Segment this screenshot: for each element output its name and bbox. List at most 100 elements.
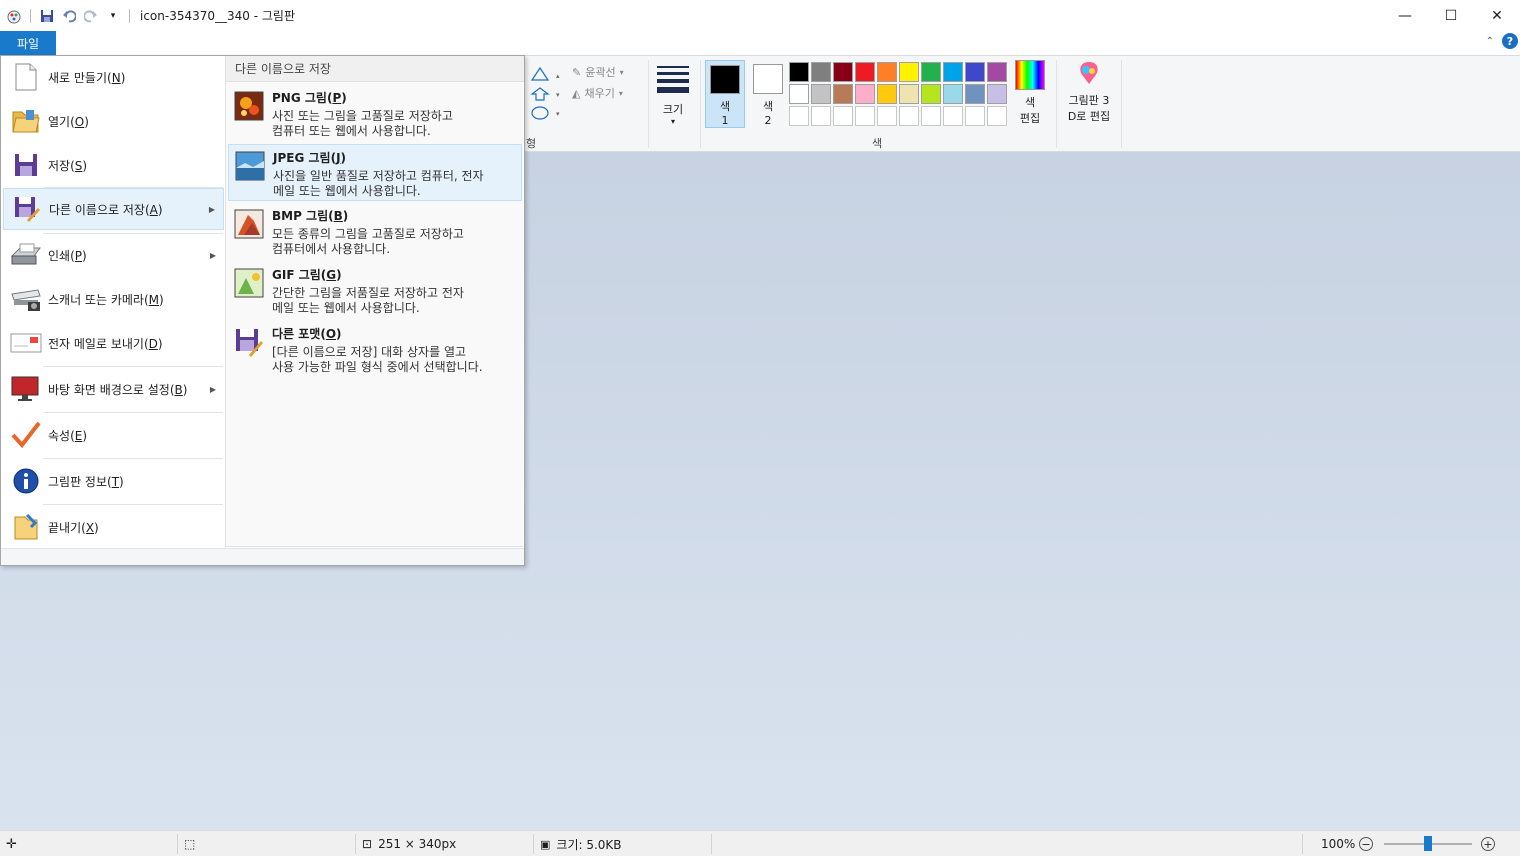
palette-swatch[interactable] <box>833 84 853 104</box>
paint3d-button[interactable]: 그림판 3 D로 편집 <box>1062 60 1116 124</box>
zoom-in-button[interactable]: + <box>1481 837 1495 851</box>
palette-swatch[interactable] <box>855 84 875 104</box>
submenu-item-text: JPEG 그림(J) 사진을 일반 품질로 저장하고 컴퓨터, 전자 메일 또는… <box>273 149 484 200</box>
palette-swatch[interactable] <box>943 84 963 104</box>
menu-item-open[interactable]: 열기(O) <box>3 100 224 142</box>
shapes-gallery[interactable]: ▴ ▾ ▾ <box>523 66 563 122</box>
ribbon-separator <box>700 60 701 148</box>
fill-button[interactable]: ◭ 채우기 ▾ <box>572 85 623 101</box>
palette-swatch[interactable] <box>921 62 941 82</box>
palette-swatch[interactable] <box>965 62 985 82</box>
help-button[interactable]: ? <box>1502 33 1518 49</box>
menu-separator <box>43 412 223 413</box>
save-as-bmp[interactable]: BMP 그림(B) 모든 종류의 그림을 고품질로 저장하고 컴퓨터에서 사용합… <box>228 203 522 260</box>
printer-icon <box>9 239 43 271</box>
menu-item-print[interactable]: 인쇄(P) ▶ <box>3 234 224 276</box>
minimize-button[interactable]: — <box>1382 0 1428 31</box>
scanner-icon <box>9 283 43 315</box>
fill-label: 채우기 <box>584 87 615 100</box>
paint3d-icon <box>1080 62 1098 84</box>
save-icon[interactable] <box>39 8 55 24</box>
chevron-down-icon: ▾ <box>670 117 675 126</box>
cursor-position-cell: ✛ <box>6 831 17 856</box>
outline-label: 윤곽선 <box>585 66 616 79</box>
size-button[interactable]: 크기 ▾ <box>652 60 694 132</box>
submenu-item-title: 다른 포맷(O) <box>272 327 342 341</box>
edit-colors-button[interactable]: 색 편집 <box>1012 60 1048 126</box>
palette-swatch[interactable] <box>811 84 831 104</box>
palette-swatch[interactable] <box>899 84 919 104</box>
palette-swatch[interactable] <box>943 62 963 82</box>
ribbon-separator <box>1056 60 1057 148</box>
submenu-arrow-icon: ▶ <box>208 204 215 214</box>
file-tab[interactable]: 파일 <box>0 31 56 55</box>
palette-swatch[interactable] <box>899 62 919 82</box>
menu-item-set-desktop-background[interactable]: 바탕 화면 배경으로 설정(B) ▶ <box>3 368 224 410</box>
menu-separator <box>43 366 223 367</box>
zoom-slider-thumb[interactable] <box>1424 836 1432 851</box>
palette-swatch[interactable] <box>987 62 1007 82</box>
palette-swatch[interactable] <box>789 106 809 126</box>
color2-button[interactable]: 색 2 <box>748 60 788 128</box>
undo-icon[interactable] <box>61 8 77 24</box>
palette-swatch[interactable] <box>877 84 897 104</box>
menu-item-exit[interactable]: 끝내기(X) <box>3 506 224 548</box>
menu-item-save[interactable]: 저장(S) <box>3 144 224 186</box>
menu-item-properties[interactable]: 속성(E) <box>3 414 224 456</box>
jpeg-icon <box>235 151 265 181</box>
menu-label: 전자 메일로 보내기(D) <box>48 336 163 351</box>
zoom-out-button[interactable]: − <box>1359 837 1373 851</box>
color1-label: 색 <box>719 100 731 113</box>
palette-swatch[interactable] <box>943 106 963 126</box>
menu-item-new[interactable]: 새로 만들기(N) <box>3 56 224 98</box>
palette-swatch[interactable] <box>921 106 941 126</box>
chevron-down-icon: ▾ <box>619 67 624 77</box>
collapse-ribbon-icon[interactable]: ⌃ <box>1486 36 1494 47</box>
palette-swatch[interactable] <box>833 62 853 82</box>
save-as-png[interactable]: PNG 그림(P) 사진 또는 그림을 고품질로 저장하고 컴퓨터 또는 웹에서… <box>228 85 522 142</box>
gif-icon <box>234 268 264 298</box>
palette-swatch[interactable] <box>811 106 831 126</box>
palette-swatch[interactable] <box>855 62 875 82</box>
save-as-gif[interactable]: GIF 그림(G) 간단한 그림을 저품질로 저장하고 전자 메일 또는 웹에서… <box>228 262 522 319</box>
save-as-other-format[interactable]: 다른 포맷(O) [다른 이름으로 저장] 대화 상자를 열고 사용 가능한 파… <box>228 321 522 378</box>
palette-swatch[interactable] <box>833 106 853 126</box>
menu-item-scanner[interactable]: 스캐너 또는 카메라(M) <box>3 278 224 320</box>
color1-button[interactable]: 색 1 <box>705 60 745 128</box>
palette-swatch[interactable] <box>965 84 985 104</box>
selection-size-cell: ⬚ <box>184 831 195 856</box>
palette-swatch[interactable] <box>789 62 809 82</box>
quick-access-toolbar: ▾ <box>0 8 132 24</box>
palette-swatch[interactable] <box>877 106 897 126</box>
save-as-jpeg[interactable]: JPEG 그림(J) 사진을 일반 품질로 저장하고 컴퓨터, 전자 메일 또는… <box>228 144 522 201</box>
status-divider <box>355 834 356 854</box>
menu-label: 새로 만들기(N) <box>48 70 126 85</box>
outline-button[interactable]: ✎ 윤곽선 ▾ <box>572 64 624 80</box>
palette-swatch[interactable] <box>987 106 1007 126</box>
palette-swatch[interactable] <box>855 106 875 126</box>
palette-swatch[interactable] <box>789 84 809 104</box>
menu-item-save-as[interactable]: 다른 이름으로 저장(A) ▶ <box>3 188 224 230</box>
color-palette <box>789 62 1007 126</box>
maximize-button[interactable]: ☐ <box>1428 0 1474 31</box>
save-as-submenu: 다른 이름으로 저장 PNG 그림(P) 사진 또는 그림을 고품질로 저장하고… <box>225 56 524 547</box>
status-divider <box>533 834 534 854</box>
menu-item-about[interactable]: 그림판 정보(T) <box>3 460 224 502</box>
color1-swatch <box>710 65 740 94</box>
line-width-icon <box>657 66 689 97</box>
svg-text:▴: ▴ <box>556 72 560 80</box>
palette-swatch[interactable] <box>987 84 1007 104</box>
submenu-item-title: GIF 그림(G) <box>272 268 342 282</box>
qat-customize-dropdown-icon[interactable]: ▾ <box>105 8 121 24</box>
palette-swatch[interactable] <box>899 106 919 126</box>
menu-item-email[interactable]: 전자 메일로 보내기(D) <box>3 322 224 364</box>
palette-swatch[interactable] <box>921 84 941 104</box>
palette-swatch[interactable] <box>811 62 831 82</box>
close-button[interactable]: ✕ <box>1474 0 1520 31</box>
paint-app-icon[interactable] <box>6 8 22 24</box>
paint3d-label-1: 그림판 3 <box>1068 94 1110 107</box>
palette-swatch[interactable] <box>877 62 897 82</box>
palette-swatch[interactable] <box>965 106 985 126</box>
svg-text:▾: ▾ <box>556 91 560 99</box>
redo-icon[interactable] <box>83 8 99 24</box>
